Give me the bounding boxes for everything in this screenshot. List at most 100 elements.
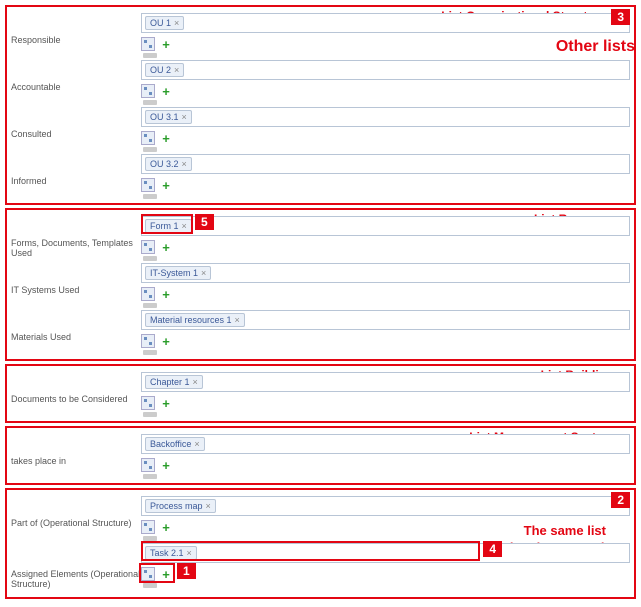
- tag-remove-icon[interactable]: ×: [206, 501, 211, 511]
- panel-management-systems: List Management Systems takes place in B…: [5, 426, 636, 485]
- tag-field[interactable]: Task 2.1×: [141, 543, 630, 563]
- row-label: Part of (Operational Structure): [11, 494, 141, 528]
- add-icon[interactable]: +: [159, 458, 173, 472]
- panel-org-structure: List Organizational Structure 3 Responsi…: [5, 5, 636, 205]
- tag[interactable]: Chapter 1×: [145, 375, 203, 389]
- row-toolbar: +: [141, 332, 630, 352]
- tag-remove-icon[interactable]: ×: [182, 159, 187, 169]
- tag-remove-icon[interactable]: ×: [235, 315, 240, 325]
- callout-2: 2: [611, 492, 630, 508]
- add-icon[interactable]: +: [159, 37, 173, 51]
- tag-text: OU 3.2: [150, 159, 179, 169]
- row-label: Forms, Documents, Templates Used: [11, 214, 141, 258]
- add-icon[interactable]: +: [159, 396, 173, 410]
- add-icon[interactable]: +: [159, 520, 173, 534]
- tag-field[interactable]: OU 2×: [141, 60, 630, 80]
- tag-field[interactable]: Material resources 1×: [141, 310, 630, 330]
- callout-4: 4: [483, 541, 502, 557]
- row-materials: Materials Used Material resources 1× +: [11, 308, 630, 355]
- tag-field[interactable]: IT-System 1×: [141, 263, 630, 283]
- tag-text: OU 1: [150, 18, 171, 28]
- row-label: Documents to be Considered: [11, 370, 141, 404]
- side-label-other-lists: Other lists: [556, 38, 635, 56]
- tag-remove-icon[interactable]: ×: [174, 65, 179, 75]
- tag-text: Process map: [150, 501, 203, 511]
- tag-field[interactable]: OU 1×: [141, 13, 630, 33]
- row-forms: Forms, Documents, Templates Used 5 Form …: [11, 214, 630, 261]
- add-icon[interactable]: +: [159, 334, 173, 348]
- row-toolbar: +: [141, 285, 630, 305]
- tree-picker-icon[interactable]: [141, 520, 155, 534]
- tree-picker-icon[interactable]: [141, 396, 155, 410]
- tag[interactable]: IT-System 1×: [145, 266, 211, 280]
- tag-field[interactable]: Backoffice×: [141, 434, 630, 454]
- tree-picker-icon[interactable]: [141, 178, 155, 192]
- tree-picker-icon[interactable]: [141, 37, 155, 51]
- row-label: Informed: [11, 152, 141, 186]
- tree-picker-icon[interactable]: [141, 240, 155, 254]
- tag-remove-icon[interactable]: ×: [182, 221, 187, 231]
- row-toolbar: +: [141, 394, 630, 414]
- tag-remove-icon[interactable]: ×: [193, 377, 198, 387]
- tag-field[interactable]: Process map×: [141, 496, 630, 516]
- row-toolbar: +: [141, 518, 630, 538]
- row-informed: Informed OU 3.2× +: [11, 152, 630, 199]
- add-icon[interactable]: +: [159, 287, 173, 301]
- row-takes-place-in: takes place in Backoffice× +: [11, 432, 630, 479]
- tree-picker-icon[interactable]: [141, 458, 155, 472]
- tree-picker-icon[interactable]: [141, 131, 155, 145]
- tag-field[interactable]: OU 3.2×: [141, 154, 630, 174]
- tag-remove-icon[interactable]: ×: [201, 268, 206, 278]
- drag-handle-icon[interactable]: [143, 412, 157, 417]
- add-icon[interactable]: +: [159, 131, 173, 145]
- tag-remove-icon[interactable]: ×: [174, 18, 179, 28]
- row-label: takes place in: [11, 432, 141, 466]
- tag-remove-icon[interactable]: ×: [182, 112, 187, 122]
- tag[interactable]: OU 3.2×: [145, 157, 192, 171]
- tag[interactable]: Material resources 1×: [145, 313, 245, 327]
- add-icon[interactable]: +: [159, 240, 173, 254]
- row-toolbar: +: [141, 238, 630, 258]
- tag-text: Chapter 1: [150, 377, 190, 387]
- tag-text: OU 2: [150, 65, 171, 75]
- tag[interactable]: OU 2×: [145, 63, 184, 77]
- row-accountable: Accountable OU 2× +: [11, 58, 630, 105]
- add-icon[interactable]: +: [159, 84, 173, 98]
- drag-handle-icon[interactable]: [143, 350, 157, 355]
- drag-handle-icon[interactable]: [143, 194, 157, 199]
- tag[interactable]: Task 2.1×: [145, 546, 197, 560]
- tag[interactable]: OU 1×: [145, 16, 184, 30]
- tree-picker-icon[interactable]: [141, 334, 155, 348]
- row-label: Accountable: [11, 58, 141, 92]
- row-assigned-elements: Assigned Elements (Operational Structure…: [11, 541, 630, 589]
- add-icon[interactable]: +: [159, 567, 173, 581]
- tag[interactable]: Backoffice×: [145, 437, 205, 451]
- row-label: IT Systems Used: [11, 261, 141, 295]
- tag[interactable]: OU 3.1×: [145, 110, 192, 124]
- tag[interactable]: Process map×: [145, 499, 216, 513]
- tag-text: Task 2.1: [150, 548, 184, 558]
- row-toolbar: +: [141, 82, 630, 102]
- row-part-of: Part of (Operational Structure) Process …: [11, 494, 630, 541]
- row-toolbar: + 1: [141, 565, 630, 585]
- row-label: Materials Used: [11, 308, 141, 342]
- tree-picker-icon[interactable]: [141, 567, 155, 581]
- row-label: Consulted: [11, 105, 141, 139]
- tag[interactable]: Form 1×: [145, 219, 192, 233]
- add-icon[interactable]: +: [159, 178, 173, 192]
- panel-operational-structure: 2 The same list (Operational Structure) …: [5, 488, 636, 599]
- row-label: Responsible: [11, 11, 141, 45]
- tag-field[interactable]: Form 1×: [141, 216, 630, 236]
- tag-remove-icon[interactable]: ×: [194, 439, 199, 449]
- row-it-systems: IT Systems Used IT-System 1× +: [11, 261, 630, 308]
- drag-handle-icon[interactable]: [143, 474, 157, 479]
- tag-field[interactable]: OU 3.1×: [141, 107, 630, 127]
- tag-remove-icon[interactable]: ×: [187, 548, 192, 558]
- row-toolbar: +: [141, 456, 630, 476]
- callout-3: 3: [611, 9, 630, 25]
- row-consulted: Consulted OU 3.1× +: [11, 105, 630, 152]
- tag-field[interactable]: Chapter 1×: [141, 372, 630, 392]
- tree-picker-icon[interactable]: [141, 84, 155, 98]
- tree-picker-icon[interactable]: [141, 287, 155, 301]
- panel-buildings: List Buildings Documents to be Considere…: [5, 364, 636, 423]
